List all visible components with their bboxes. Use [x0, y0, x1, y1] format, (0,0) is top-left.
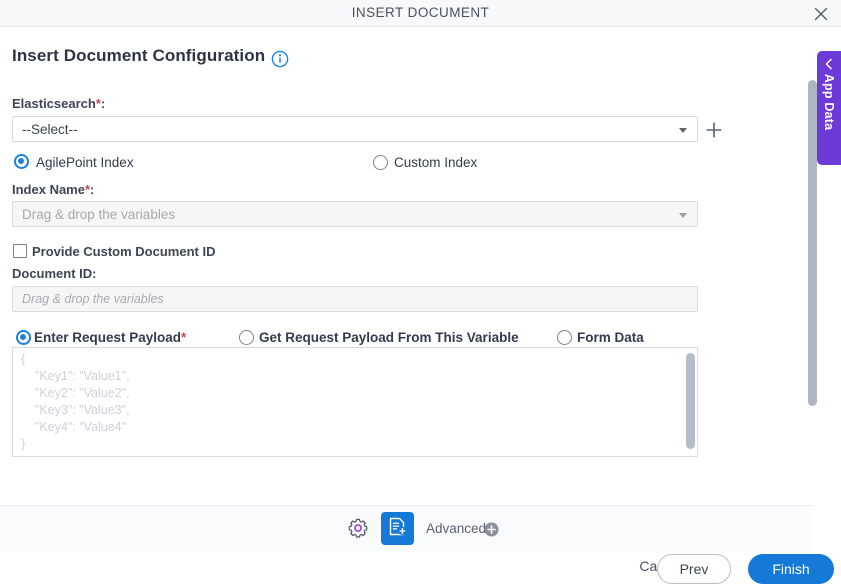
dialog-title: INSERT DOCUMENT	[351, 5, 490, 20]
index-name-placeholder: Drag & drop the variables	[22, 206, 176, 222]
required-asterisk: *	[181, 330, 187, 345]
elasticsearch-select-value: --Select--	[22, 121, 78, 137]
radio-get-request-payload-from-variable-label[interactable]: Get Request Payload From This Variable	[259, 330, 519, 345]
radio-custom-index[interactable]	[373, 155, 388, 170]
index-name-label: Index Name*:	[12, 182, 94, 197]
document-id-label: Document ID:	[12, 266, 97, 281]
label-colon: :	[90, 182, 95, 197]
app-data-label: App Data	[822, 73, 836, 131]
document-id-input[interactable]: Drag & drop the variables	[12, 286, 698, 312]
radio-agilepoint-index[interactable]	[14, 154, 29, 169]
provide-custom-document-id-checkbox[interactable]	[13, 244, 27, 258]
elasticsearch-label: Elasticsearch*:	[12, 96, 105, 111]
document-add-icon	[387, 516, 408, 542]
radio-enter-request-payload-label[interactable]: Enter Request Payload*	[34, 330, 186, 345]
radio-custom-index-label[interactable]: Custom Index	[394, 155, 477, 170]
elasticsearch-select[interactable]: --Select--	[12, 116, 698, 142]
request-payload-placeholder: { "Key1": "Value1", "Key2": "Value2", "K…	[21, 352, 130, 451]
info-circle-icon[interactable]	[271, 50, 289, 68]
finish-button[interactable]: Finish	[748, 554, 834, 584]
chevron-down-icon[interactable]	[679, 213, 687, 218]
document-add-button[interactable]	[381, 512, 414, 545]
request-payload-scrollbar[interactable]	[686, 353, 695, 449]
radio-form-data-label[interactable]: Form Data	[577, 330, 644, 345]
radio-enter-request-payload-text: Enter Request Payload	[34, 330, 182, 345]
plus-circle-icon[interactable]	[484, 522, 499, 537]
radio-form-data[interactable]	[557, 330, 572, 345]
prev-button[interactable]: Prev	[657, 554, 731, 584]
page-title: Insert Document Configuration	[12, 46, 266, 65]
label-colon: :	[92, 266, 97, 281]
elasticsearch-label-text: Elasticsearch	[12, 96, 96, 111]
insert-document-dialog: INSERT DOCUMENT Insert Document Configur…	[0, 0, 841, 588]
chevron-down-icon[interactable]	[679, 128, 687, 133]
index-name-label-text: Index Name	[12, 182, 85, 197]
page-scrollbar[interactable]	[808, 80, 817, 406]
dialog-titlebar: INSERT DOCUMENT	[0, 0, 841, 27]
advanced-label[interactable]: Advanced	[426, 521, 486, 536]
add-elasticsearch-button[interactable]	[704, 120, 724, 140]
radio-get-request-payload-from-variable[interactable]	[239, 330, 254, 345]
request-payload-textarea[interactable]: { "Key1": "Value1", "Key2": "Value2", "K…	[12, 347, 698, 457]
app-data-panel-toggle[interactable]: App Data	[817, 51, 841, 165]
radio-agilepoint-index-label[interactable]: AgilePoint Index	[36, 155, 134, 170]
gear-icon[interactable]	[346, 516, 370, 540]
provide-custom-document-id-label[interactable]: Provide Custom Document ID	[32, 244, 215, 259]
label-colon: :	[100, 96, 106, 111]
close-icon[interactable]	[809, 2, 833, 26]
document-id-label-text: Document ID	[12, 266, 93, 281]
document-id-placeholder: Drag & drop the variables	[22, 292, 164, 306]
radio-enter-request-payload[interactable]	[16, 330, 31, 345]
index-name-select[interactable]: Drag & drop the variables	[12, 201, 698, 227]
